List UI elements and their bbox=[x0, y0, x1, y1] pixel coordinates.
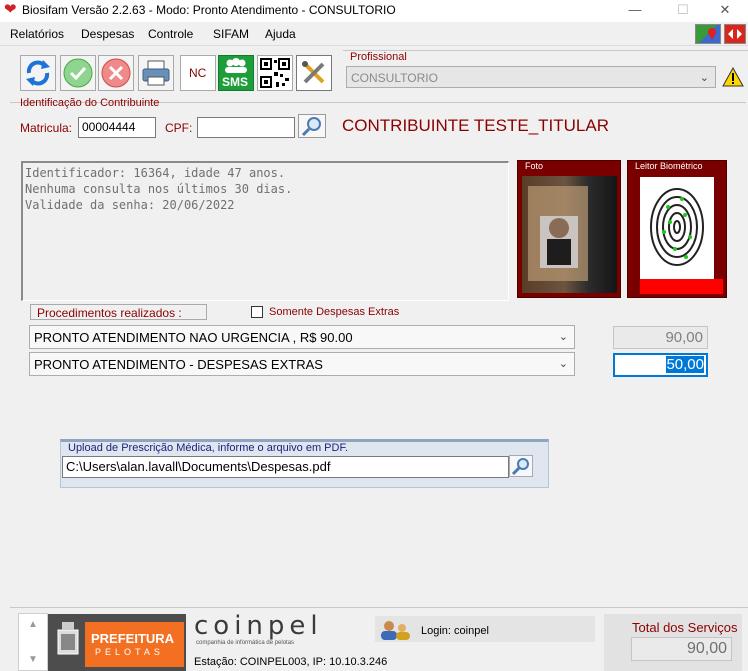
magnifier-icon bbox=[301, 117, 321, 137]
total-value-field: 90,00 bbox=[631, 637, 732, 661]
close-button[interactable]: ✕ bbox=[702, 0, 748, 22]
menu-controle[interactable]: Controle bbox=[148, 27, 193, 41]
tools-button[interactable] bbox=[296, 55, 332, 91]
procedimento-select-1[interactable]: PRONTO ATENDIMENTO NAO URGENCIA , R$ 90.… bbox=[29, 325, 575, 349]
cpf-search-button[interactable] bbox=[298, 114, 326, 138]
chevron-down-icon: ⌄ bbox=[558, 331, 568, 343]
total-label: Total dos Serviços bbox=[632, 620, 738, 635]
upload-label: Upload de Prescrição Médica, informe o a… bbox=[68, 442, 349, 454]
users-icon bbox=[381, 621, 410, 640]
cpf-input[interactable] bbox=[197, 117, 295, 138]
refresh-button[interactable] bbox=[20, 55, 56, 91]
profissional-value: CONSULTORIO bbox=[351, 71, 438, 85]
nc-button[interactable]: NC bbox=[180, 55, 216, 91]
users-icon bbox=[225, 58, 247, 73]
fingerprint-image bbox=[640, 177, 714, 279]
prefeitura-line1: PREFEITURA bbox=[91, 631, 175, 646]
exit-icon[interactable] bbox=[724, 24, 746, 44]
menu-despesas[interactable]: Despesas bbox=[81, 27, 134, 41]
foto-label: Foto bbox=[525, 161, 544, 171]
chevron-down-icon: ⌄ bbox=[558, 358, 568, 370]
prefeitura-logo: PREFEITURA PELOTAS bbox=[48, 614, 186, 671]
procedimento-value-1-text: 90,00 bbox=[665, 329, 703, 346]
printer-icon bbox=[142, 60, 170, 86]
coat-of-arms-icon bbox=[57, 622, 79, 655]
warning-icon bbox=[722, 67, 744, 87]
somente-despesas-checkbox[interactable] bbox=[251, 306, 263, 318]
leitor-label: Leitor Biométrico bbox=[635, 161, 703, 171]
coinpel-logo: coinpel bbox=[194, 611, 323, 641]
minimize-button[interactable]: — bbox=[612, 0, 658, 22]
tools-icon bbox=[302, 61, 325, 84]
info-line-2: Nenhuma consulta nos últimos 30 dias. bbox=[25, 182, 293, 196]
app-heart-icon: ❤ bbox=[4, 1, 17, 18]
leitor-status-bar bbox=[640, 279, 723, 294]
scroll-up-icon[interactable]: ▲ bbox=[28, 619, 38, 630]
upload-path-input[interactable]: C:\Users\alan.lavall\Documents\Despesas.… bbox=[62, 456, 509, 478]
window-title: Biosifam Versão 2.2.63 - Modo: Pronto At… bbox=[22, 3, 396, 17]
check-icon bbox=[63, 58, 93, 88]
footer-separator bbox=[10, 607, 748, 608]
print-button[interactable] bbox=[138, 55, 174, 91]
cancel-icon bbox=[101, 58, 131, 88]
somente-despesas-label: Somente Despesas Extras bbox=[269, 306, 400, 318]
chevron-down-icon: ⌄ bbox=[699, 72, 709, 84]
footer-scrollbar[interactable]: ▲ ▼ bbox=[18, 613, 48, 671]
menu-sifam[interactable]: SIFAM bbox=[213, 27, 249, 41]
procedimento-name-2: PRONTO ATENDIMENTO - DESPESAS EXTRAS bbox=[34, 357, 323, 372]
procedimento-select-2[interactable]: PRONTO ATENDIMENTO - DESPESAS EXTRAS ⌄ bbox=[29, 352, 575, 376]
confirm-button[interactable] bbox=[60, 55, 96, 91]
contribuinte-name: CONTRIBUINTE TESTE_TITULAR bbox=[342, 116, 609, 135]
estacao-text: Estação: COINPEL003, IP: 10.10.3.246 bbox=[194, 656, 388, 668]
info-line-3: Validade da senha: 20/06/2022 bbox=[25, 198, 235, 212]
upload-path-value: C:\Users\alan.lavall\Documents\Despesas.… bbox=[66, 459, 331, 474]
contribuinte-group-label: Identificação do Contribuinte bbox=[20, 97, 160, 109]
prefeitura-line2: PELOTAS bbox=[95, 647, 164, 657]
total-value: 90,00 bbox=[686, 640, 727, 657]
procedimento-value-2-text: 50,00 bbox=[666, 356, 704, 373]
magnifier-icon bbox=[511, 458, 529, 476]
matricula-input[interactable]: 00004444 bbox=[78, 117, 156, 138]
matricula-label: Matricula: bbox=[20, 121, 73, 135]
menu-bar: Relatórios Despesas Controle SIFAM Ajuda bbox=[0, 22, 748, 46]
coinpel-subtitle: companhia de informática de pelotas bbox=[196, 640, 295, 646]
upload-browse-button[interactable] bbox=[509, 455, 533, 477]
qrcode-button[interactable] bbox=[257, 55, 293, 91]
nc-label: NC bbox=[189, 66, 207, 80]
scroll-down-icon[interactable]: ▼ bbox=[28, 654, 38, 665]
cancel-button[interactable] bbox=[98, 55, 134, 91]
menu-ajuda[interactable]: Ajuda bbox=[265, 27, 296, 41]
sms-label: SMS bbox=[222, 75, 249, 89]
title-bar: ❤ Biosifam Versão 2.2.63 - Modo: Pronto … bbox=[0, 0, 748, 22]
profissional-select[interactable]: CONSULTORIO ⌄ bbox=[346, 66, 716, 88]
matricula-value: 00004444 bbox=[82, 120, 136, 134]
procedimentos-label-box: Procedimentos realizados : bbox=[30, 304, 207, 320]
refresh-icon bbox=[26, 60, 50, 86]
fingerprint-icon bbox=[650, 188, 704, 266]
procedimentos-label: Procedimentos realizados : bbox=[37, 306, 182, 320]
map-icon[interactable] bbox=[695, 24, 721, 44]
login-text: Login: coinpel bbox=[421, 625, 489, 637]
procedimento-name-1: PRONTO ATENDIMENTO NAO URGENCIA , R$ 90.… bbox=[34, 330, 353, 345]
sms-button[interactable]: SMS bbox=[218, 55, 254, 91]
procedimento-value-2-input[interactable]: 50,00 bbox=[613, 353, 708, 377]
maximize-button[interactable]: ☐ bbox=[660, 0, 706, 22]
procedimento-value-1: 90,00 bbox=[613, 326, 708, 349]
foto-image bbox=[522, 176, 617, 293]
qrcode-icon bbox=[260, 58, 290, 88]
info-line-1: Identificador: 16364, idade 47 anos. bbox=[25, 166, 286, 180]
menu-relatorios[interactable]: Relatórios bbox=[10, 27, 64, 41]
cpf-label: CPF: bbox=[165, 121, 193, 135]
profissional-label: Profissional bbox=[350, 51, 407, 63]
